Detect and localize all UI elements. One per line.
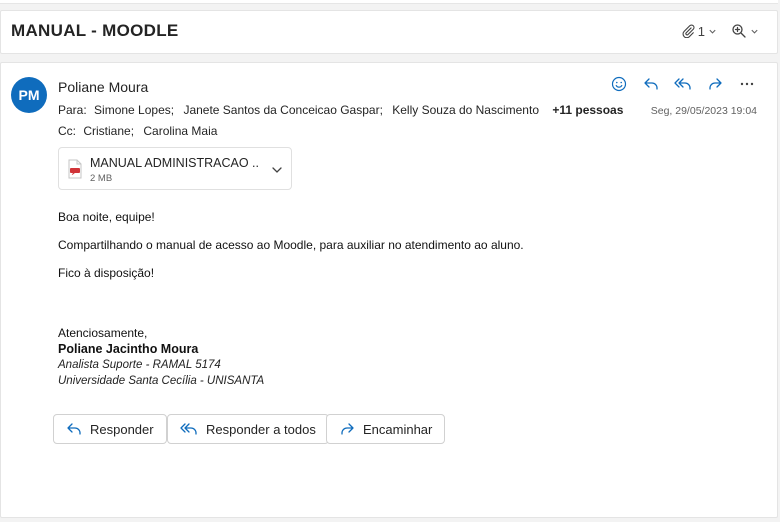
to-label: Para: (58, 103, 87, 117)
sender-name[interactable]: Poliane Moura (58, 79, 148, 95)
reply-button[interactable]: Responder (53, 414, 167, 444)
reply-all-button-label: Responder a todos (206, 421, 316, 437)
cc-line: Cc: Cristiane; Carolina Maia (58, 124, 223, 138)
recipient[interactable]: Simone Lopes; (94, 103, 174, 117)
bottom-strip (0, 518, 778, 522)
reply-icon (644, 78, 658, 90)
reply-button-label: Responder (90, 421, 154, 437)
paperclip-icon (681, 24, 695, 38)
chevron-down-icon[interactable] (271, 163, 283, 181)
reply-all-button[interactable]: Responder a todos (167, 414, 329, 444)
message-date: Seg, 29/05/2023 19:04 (650, 105, 757, 117)
forward-icon-button[interactable] (703, 73, 727, 95)
reply-all-icon (674, 78, 691, 90)
subject-bar: MANUAL - MOODLE 1 (0, 10, 778, 54)
more-icon (740, 82, 754, 86)
forward-button-label: Encaminhar (363, 421, 433, 437)
body-greeting: Boa noite, equipe! (58, 210, 155, 224)
chevron-down-icon (750, 27, 759, 36)
emoji-icon (611, 76, 627, 92)
subject-tools: 1 (681, 23, 759, 39)
reply-all-icon (180, 423, 197, 435)
emoji-button[interactable] (607, 73, 631, 95)
cc-recipient[interactable]: Carolina Maia (143, 124, 217, 138)
body-line: Fico à disposição! (58, 266, 155, 280)
cc-recipient[interactable]: Cristiane; (83, 124, 134, 138)
attachment-size: 2 MB (90, 173, 113, 184)
attachments-summary-button[interactable]: 1 (681, 24, 717, 39)
signature-organization: Universidade Santa Cecília - UNISANTA (58, 375, 265, 387)
attachment-card[interactable]: MANUAL ADMINISTRACAO ... 2 MB (58, 147, 292, 190)
signature-closing: Atenciosamente, (58, 326, 148, 340)
recipient[interactable]: Kelly Souza do Nascimento (392, 103, 539, 117)
chevron-down-icon (708, 27, 717, 36)
avatar[interactable]: PM (11, 77, 47, 113)
signature-title: Analista Suporte - RAMAL 5174 (58, 359, 221, 371)
message-card: PM Poliane Moura Para: Simone Lopes; Jan… (0, 62, 778, 518)
cc-label: Cc: (58, 124, 76, 138)
message-actions (607, 73, 759, 95)
forward-button[interactable]: Encaminhar (326, 414, 446, 444)
reply-all-icon-button[interactable] (671, 73, 695, 95)
forward-icon (341, 423, 354, 435)
forward-icon (709, 78, 722, 90)
more-options-button[interactable] (735, 73, 759, 95)
reply-icon-button[interactable] (639, 73, 663, 95)
attachment-count: 1 (697, 23, 705, 39)
body-line: Compartilhando o manual de acesso ao Moo… (58, 238, 524, 252)
to-line: Para: Simone Lopes; Janete Santos da Con… (58, 103, 623, 117)
more-recipients-link[interactable]: +11 pessoas (552, 103, 623, 117)
pdf-file-icon (67, 159, 83, 184)
subject-title: MANUAL - MOODLE (11, 21, 179, 40)
recipient[interactable]: Janete Santos da Conceicao Gaspar; (183, 103, 382, 117)
top-strip (0, 0, 778, 4)
zoom-icon (731, 23, 747, 39)
signature-name: Poliane Jacintho Moura (58, 342, 199, 356)
zoom-button[interactable] (731, 23, 759, 39)
attachment-name: MANUAL ADMINISTRACAO ... (90, 156, 260, 170)
reply-icon (67, 423, 81, 435)
